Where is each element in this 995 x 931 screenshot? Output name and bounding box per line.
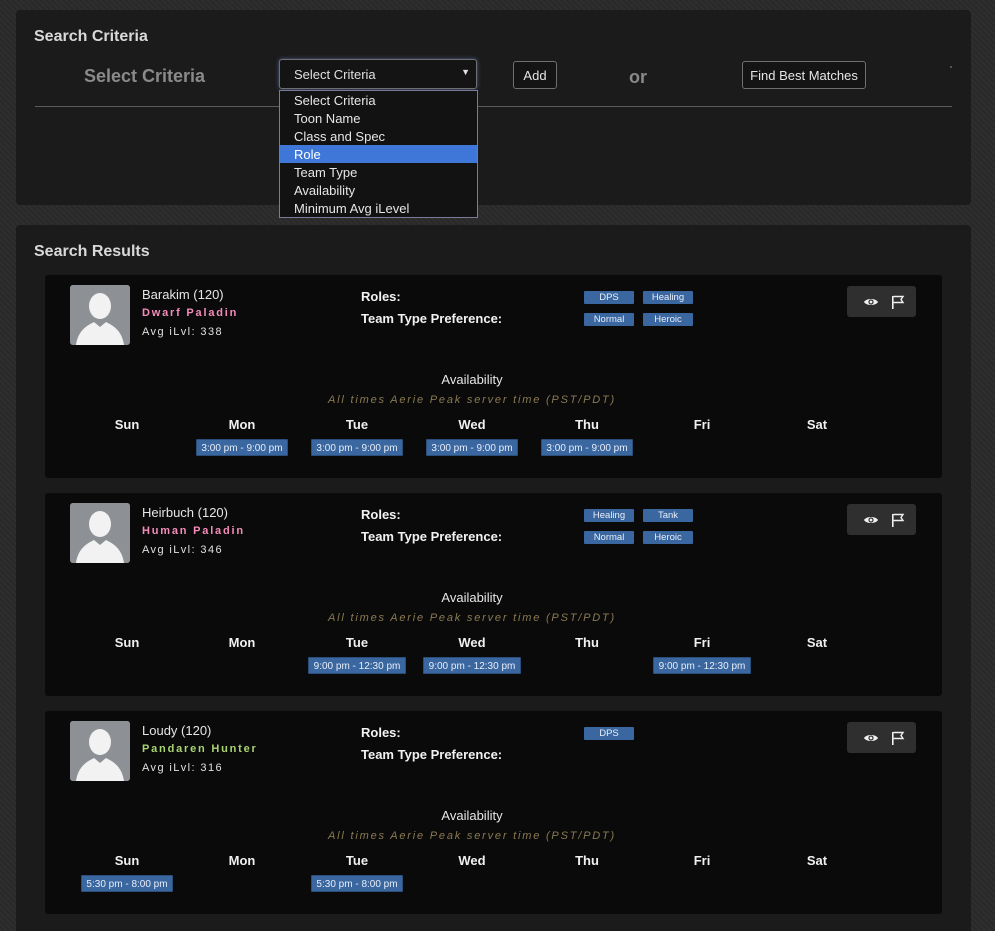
role-badge: Healing [584,509,634,522]
role-badge: DPS [584,727,634,740]
toon-ilvl: Avg iLvl: 346 [142,544,223,556]
role-badge: Tank [643,509,693,522]
availability-slot: 5:30 pm - 8:00 pm [311,875,403,892]
toon-class: Dwarf Paladin [142,307,239,319]
availability-slot: 3:00 pm - 9:00 pm [311,439,403,456]
availability-title: Availability [441,372,503,387]
day-label: Sun [114,853,140,868]
day-label: Sat [806,853,828,868]
day-label: Fri [693,417,711,432]
toon-class: Pandaren Hunter [142,743,258,755]
team-type-badge: Normal [584,531,634,544]
card-actions [847,722,916,753]
day-label: Fri [693,853,711,868]
avatar-silhouette-icon [70,721,130,781]
dropdown-option-minimum-avg-ilevel[interactable]: Minimum Avg iLevel [280,199,477,217]
criteria-dropdown-list: Select Criteria Toon Name Class and Spec… [279,90,478,218]
toon-name: Barakim (120) [142,287,224,302]
card-actions [847,286,916,317]
role-badge: DPS [584,291,634,304]
availability-slot: 9:00 pm - 12:30 pm [653,657,751,674]
result-card: Loudy (120) Pandaren Hunter Avg iLvl: 316 R… [45,711,942,914]
team-type-badge: Heroic [643,531,693,544]
toon-name: Heirbuch (120) [142,505,228,520]
toon-ilvl: Avg iLvl: 316 [142,762,223,774]
availability-title: Availability [441,808,503,823]
team-type-badge: Heroic [643,313,693,326]
availability-slot: 3:00 pm - 9:00 pm [196,439,288,456]
criteria-select[interactable]: Select Criteria ▼ [279,59,477,89]
toon-ilvl: Avg iLvl: 338 [142,326,223,338]
dropdown-option-role[interactable]: Role [280,145,477,163]
dropdown-option-availability[interactable]: Availability [280,181,477,199]
search-results-panel: Search Results Barakim (120) Dwarf Paladi… [16,225,971,931]
dropdown-option-toon-name[interactable]: Toon Name [280,109,477,127]
team-type-badge: Normal [584,313,634,326]
day-label: Sun [114,635,140,650]
search-results-title: Search Results [34,243,150,260]
availability-note: All times Aerie Peak server time (PST/PD… [328,612,616,624]
availability-note: All times Aerie Peak server time (PST/PD… [328,830,616,842]
roles-label: Roles: [361,725,401,740]
day-label: Wed [458,853,486,868]
day-label: Sat [806,635,828,650]
day-label: Sun [114,417,140,432]
or-label: or [629,67,647,87]
day-label: Tue [345,417,369,432]
day-label: Wed [458,635,486,650]
dropdown-option-select-criteria[interactable]: Select Criteria [280,91,477,109]
eye-icon[interactable] [863,512,879,528]
availability-slot: 5:30 pm - 8:00 pm [81,875,173,892]
result-card: Barakim (120) Dwarf Paladin Avg iLvl: 338 R… [45,275,942,478]
select-criteria-label: Select Criteria [84,66,206,86]
result-card: Heirbuch (120) Human Paladin Avg iLvl: 346… [45,493,942,696]
day-label: Fri [693,635,711,650]
availability-title: Availability [441,590,503,605]
find-best-matches-button[interactable]: Find Best Matches [742,61,866,89]
criteria-divider [35,106,952,107]
separator-dot [950,66,952,68]
team-type-label: Team Type Preference: [361,311,503,326]
day-label: Wed [458,417,486,432]
card-actions [847,504,916,535]
day-label: Tue [345,635,369,650]
dropdown-option-class-and-spec[interactable]: Class and Spec [280,127,477,145]
caret-down-icon: ▼ [461,67,470,77]
day-label: Mon [228,635,256,650]
flag-icon[interactable] [890,294,906,310]
toon-class: Human Paladin [142,525,245,537]
day-label: Mon [228,853,256,868]
flag-icon[interactable] [890,512,906,528]
avatar-silhouette-icon [70,503,130,563]
search-criteria-panel: Search Criteria Select Criteria Select C… [16,10,971,205]
role-badge: Healing [643,291,693,304]
day-label: Thu [575,635,599,650]
day-label: Tue [345,853,369,868]
day-label: Mon [228,417,256,432]
eye-icon[interactable] [863,730,879,746]
team-type-label: Team Type Preference: [361,747,503,762]
day-label: Sat [806,417,828,432]
availability-slot: 9:00 pm - 12:30 pm [423,657,521,674]
criteria-select-value: Select Criteria [294,67,376,82]
search-criteria-title: Search Criteria [34,28,148,45]
eye-icon[interactable] [863,294,879,310]
availability-slot: 3:00 pm - 9:00 pm [541,439,633,456]
toon-name: Loudy (120) [142,723,212,738]
avatar-silhouette-icon [70,285,130,345]
availability-note: All times Aerie Peak server time (PST/PD… [328,394,616,406]
team-type-label: Team Type Preference: [361,529,503,544]
day-label: Thu [575,853,599,868]
flag-icon[interactable] [890,730,906,746]
dropdown-option-team-type[interactable]: Team Type [280,163,477,181]
day-label: Thu [575,417,599,432]
availability-slot: 9:00 pm - 12:30 pm [308,657,406,674]
availability-slot: 3:00 pm - 9:00 pm [426,439,518,456]
add-button[interactable]: Add [513,61,557,89]
roles-label: Roles: [361,289,401,304]
roles-label: Roles: [361,507,401,522]
